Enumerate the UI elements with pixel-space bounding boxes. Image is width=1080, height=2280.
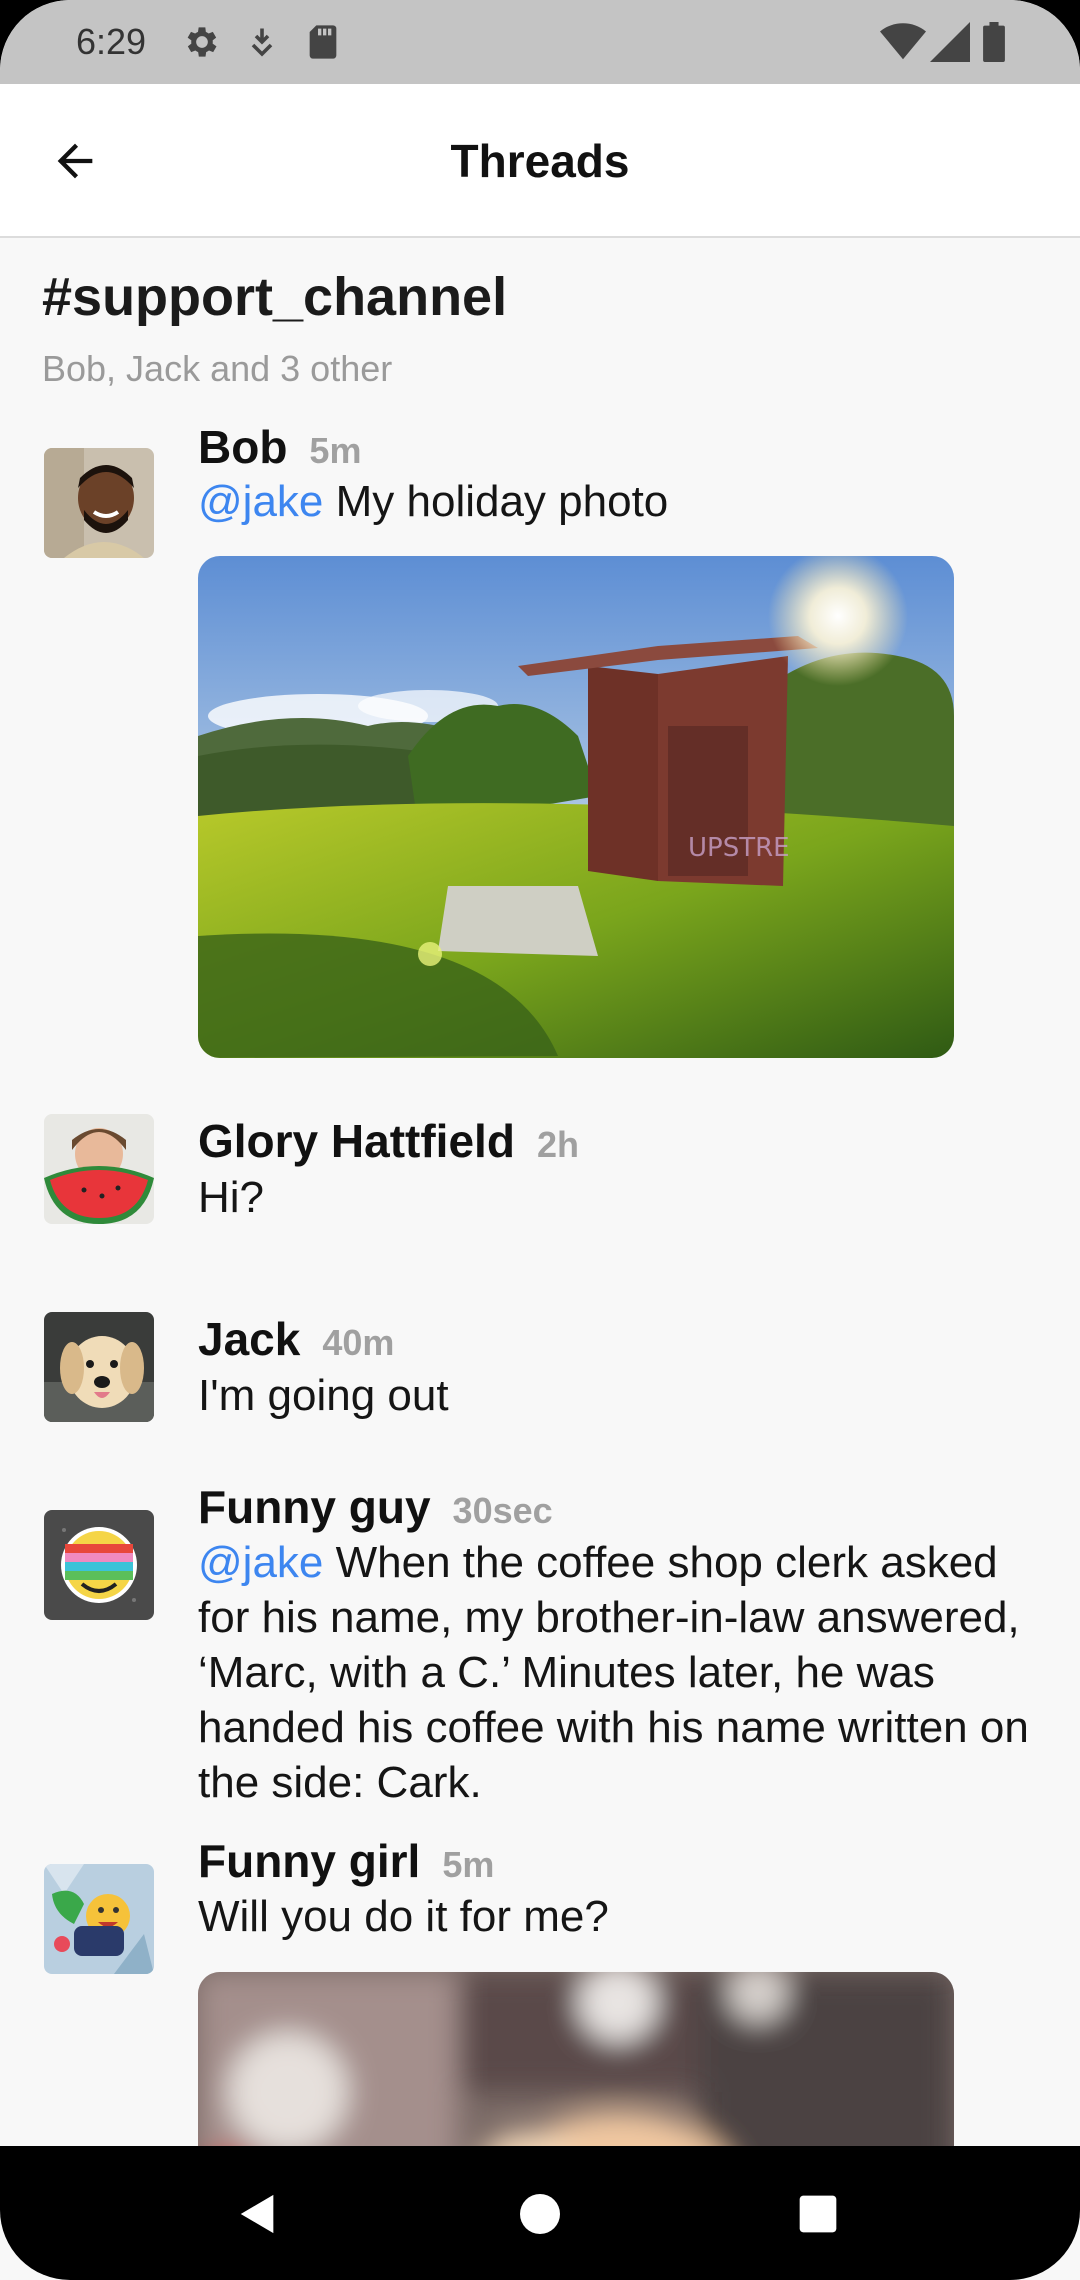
message-text: Will you do it for me? (198, 1892, 609, 1941)
message-author[interactable]: Bob (198, 421, 287, 473)
svg-text:UPSTRE: UPSTRE (688, 833, 790, 863)
status-bar: 6:29 (0, 0, 1080, 84)
avatar-image (44, 1114, 154, 1224)
message-text: Hi? (198, 1173, 265, 1222)
settings-icon (187, 27, 217, 57)
app-bar: Threads (0, 84, 1080, 238)
back-triangle-icon (240, 2194, 274, 2234)
avatar-funny-girl[interactable] (44, 1864, 154, 1974)
message-author[interactable]: Funny girl (198, 1835, 420, 1887)
image-attachment[interactable]: UPSTRE (198, 556, 954, 1058)
mention-link[interactable]: @jake (198, 477, 323, 526)
wifi-icon (880, 23, 926, 60)
sd-card-icon (309, 25, 337, 59)
status-time: 6:29 (76, 21, 147, 62)
threads-screen: 6:29 Threads #support_channel Bob, Jack (0, 0, 1080, 2280)
avatar-image (44, 1864, 154, 1974)
avatar-image (44, 448, 154, 558)
avatar-jack[interactable] (44, 1312, 154, 1422)
channel-name: #support_channel (42, 267, 508, 327)
message-time: 5m (309, 430, 362, 471)
message-time: 30sec (452, 1490, 553, 1531)
page-title: Threads (450, 135, 630, 187)
arrow-back-icon (57, 143, 93, 179)
message-text: @jake When the coffee shop clerk asked f… (198, 1535, 1048, 1810)
holiday-photo: UPSTRE (198, 556, 954, 1058)
nav-recents-button[interactable] (786, 2182, 850, 2246)
message-text-content: My holiday photo (335, 477, 669, 526)
recents-square-icon (799, 2195, 837, 2233)
mention-link[interactable]: @jake (198, 1538, 323, 1587)
avatar-bob[interactable] (44, 448, 154, 558)
avatar-funny-guy[interactable] (44, 1510, 154, 1620)
system-nav-bar (0, 2146, 1080, 2280)
nav-home-button[interactable] (508, 2182, 572, 2246)
avatar-image (44, 1510, 154, 1620)
channel-members: Bob, Jack and 3 other (42, 348, 393, 389)
battery-icon (983, 22, 1005, 62)
message-author[interactable]: Glory Hattfield (198, 1115, 515, 1167)
message-author[interactable]: Funny guy (198, 1481, 431, 1533)
message-text-content: When the coffee shop clerk asked for his… (198, 1538, 1029, 1807)
nav-back-button[interactable] (226, 2182, 290, 2246)
message-text: @jake My holiday photo (198, 474, 1048, 529)
message-author[interactable]: Jack (198, 1313, 300, 1365)
avatar-glory-hattfield[interactable] (44, 1114, 154, 1224)
message-time: 2h (536, 1124, 579, 1165)
avatar-image (44, 1312, 154, 1422)
message-time: 40m (322, 1322, 395, 1363)
signal-icon (930, 22, 970, 62)
home-circle-icon (520, 2194, 560, 2234)
download-icon (251, 28, 273, 57)
message-text: I'm going out (198, 1371, 449, 1420)
back-button[interactable] (40, 126, 110, 196)
message-time: 5m (442, 1844, 495, 1885)
